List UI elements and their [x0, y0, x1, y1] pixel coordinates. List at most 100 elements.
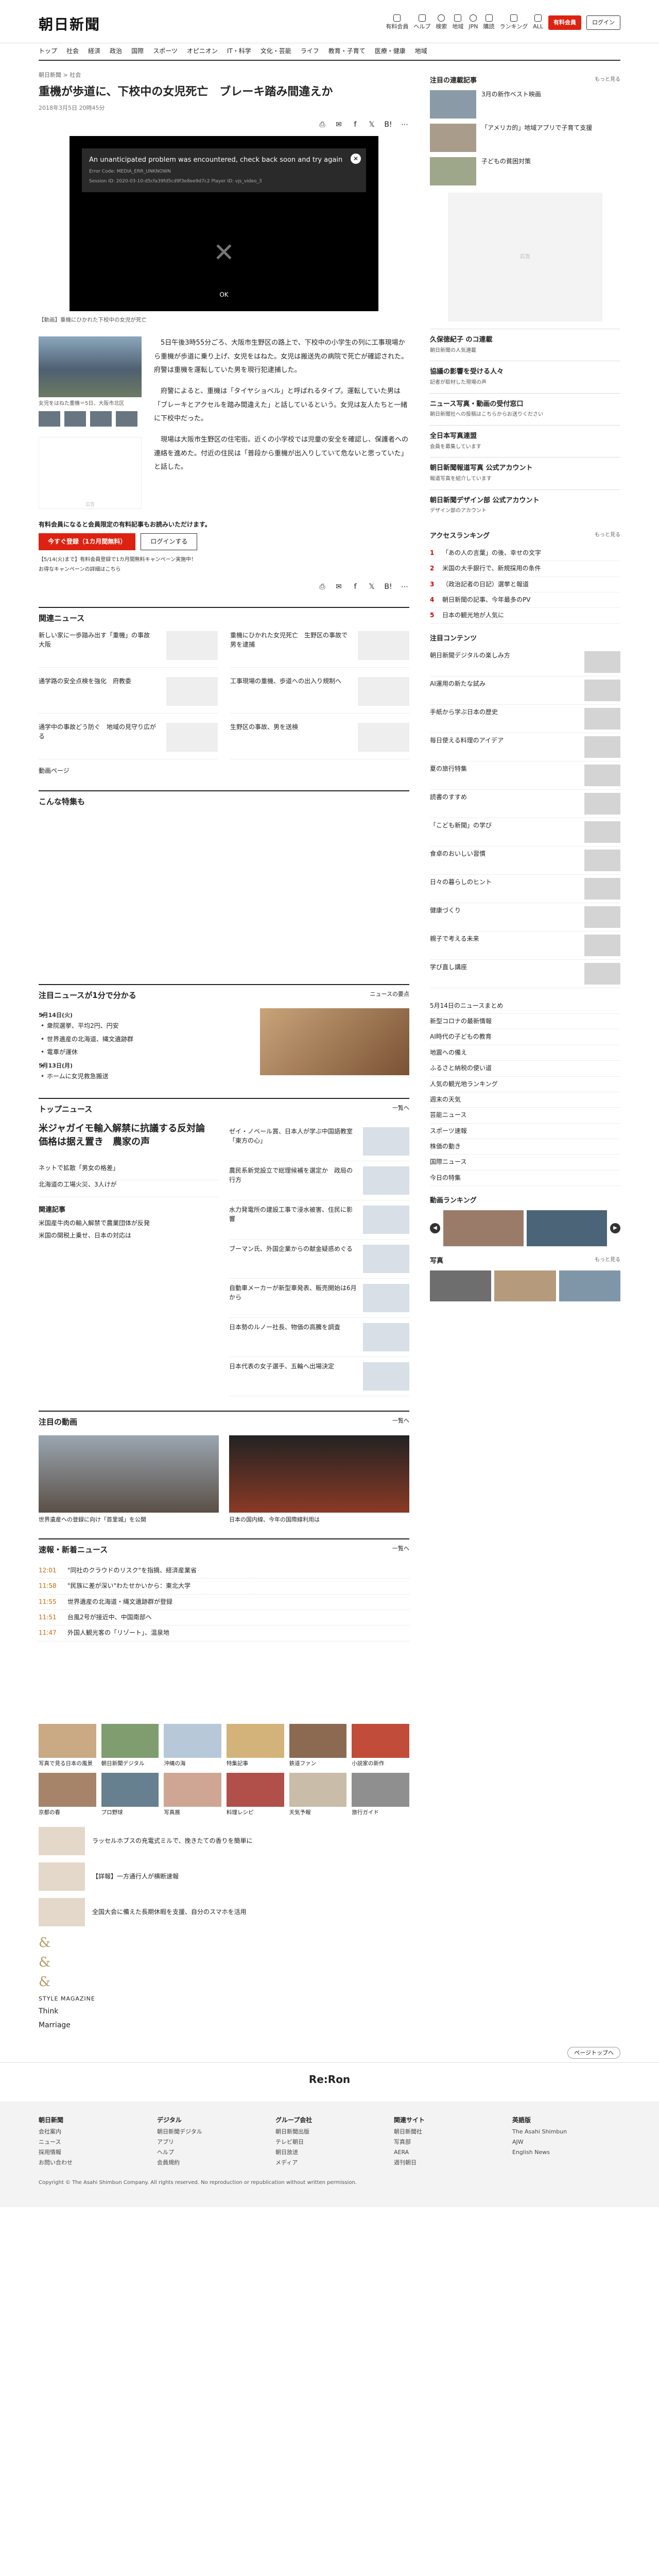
tile[interactable]: 特集記事	[226, 1723, 284, 1768]
topnews-item[interactable]: 水力発電所の建設工事で浸水被害、住民に影響	[229, 1200, 409, 1240]
footer-link[interactable]: AJW	[512, 2138, 620, 2146]
side-box[interactable]: 全日本写真連盟 会員を募集しています	[430, 425, 620, 457]
news-link[interactable]: 芸能ニュース	[430, 1108, 620, 1124]
series-more-link[interactable]: もっと見る	[595, 76, 620, 86]
news-link[interactable]: 新型コロナの最新情報	[430, 1014, 620, 1030]
tile[interactable]: 旅行ガイド	[352, 1773, 409, 1817]
site-logo[interactable]: 朝日新聞	[39, 14, 100, 36]
photo-image[interactable]	[39, 336, 142, 398]
side-box[interactable]: ニュース写真・動画の受付窓口 朝日新聞社への投稿はこちらからお送りください	[430, 393, 620, 425]
topnews-item[interactable]: 自動車メーカーが新型車発表、販売開始は6月から	[229, 1279, 409, 1318]
topnews-item[interactable]: 農民系新党設立で総理候補を選定か 政局の行方	[229, 1161, 409, 1201]
footer-link[interactable]: 採用情報	[39, 2148, 147, 2157]
content-item[interactable]: 親子で考える未来	[430, 931, 620, 960]
promo-item[interactable]: 【詳報】一方通行人が横断速報	[39, 1862, 409, 1891]
thumbnail[interactable]	[116, 411, 137, 427]
gnav-item[interactable]: 国際	[131, 47, 153, 56]
footer-link[interactable]: 写真部	[394, 2138, 502, 2146]
content-item[interactable]: 日々の暮らしのヒント	[430, 875, 620, 903]
util-item[interactable]: ヘルプ	[413, 14, 430, 31]
news-link[interactable]: ふるさと納税の使い道	[430, 1061, 620, 1077]
facebook-icon[interactable]: f	[351, 582, 360, 592]
video-ok-button[interactable]: OK	[219, 291, 228, 299]
daily-more-link[interactable]: ニュースの要点	[370, 990, 409, 1002]
footer-link[interactable]: テレビ朝日	[275, 2138, 384, 2146]
gnav-item[interactable]: オピニオン	[187, 47, 227, 56]
bookmark-icon[interactable]: B!	[384, 582, 393, 592]
footer-link[interactable]: 週刊朝日	[394, 2159, 502, 2167]
footer-link[interactable]: 朝日新聞デジタル	[157, 2128, 265, 2136]
footer-link[interactable]: AERA	[394, 2148, 502, 2157]
content-item[interactable]: 「こども新聞」の学び	[430, 818, 620, 846]
footer-link[interactable]: 会社案内	[39, 2128, 147, 2136]
topnews-more-link[interactable]: 一覧へ	[392, 1104, 409, 1115]
tile[interactable]: 朝日新聞デジタル	[101, 1723, 159, 1768]
tile[interactable]: 小説家の新作	[352, 1723, 409, 1768]
content-item[interactable]: AI運用の新たな試み	[430, 676, 620, 705]
series-item[interactable]: 「アメリカ的」地域アプリで子育て支援	[430, 123, 620, 152]
news-link[interactable]: 株価の動き	[430, 1139, 620, 1155]
breaking-row[interactable]: 11:55 世界遺産の北海道・縄文遺跡群が登録	[39, 1595, 409, 1611]
content-item[interactable]: 学び直し講座	[430, 960, 620, 988]
login-button[interactable]: ログイン	[586, 15, 620, 30]
digest-item[interactable]: 世界遺産の北海道、縄文遺跡群	[39, 1033, 250, 1046]
util-item[interactable]: 購読	[483, 14, 495, 31]
gnav-item[interactable]: 経済	[88, 47, 110, 56]
breaking-row[interactable]: 11:51 台風2号が接近中、中国南部へ	[39, 1610, 409, 1626]
related-article[interactable]: 米国の関税上乗せ、日本の対応は	[39, 1231, 219, 1240]
breaking-row[interactable]: 12:01 "同社のクラウドのリスク"を指摘、経済産業省	[39, 1563, 409, 1579]
news-link[interactable]: 今日の特集	[430, 1171, 620, 1187]
ranking-item[interactable]: 5 日本の観光地が人気に	[430, 608, 620, 624]
breadcrumb[interactable]: 朝日新聞 > 社会	[39, 71, 409, 79]
photo-thumb[interactable]	[559, 1270, 620, 1301]
gnav-item[interactable]: 文化・芸能	[261, 47, 301, 56]
content-item[interactable]: 夏の旅行特集	[430, 761, 620, 790]
photo-more-link[interactable]: もっと見る	[595, 1257, 620, 1266]
tile[interactable]: 京都の春	[39, 1773, 96, 1817]
video-card[interactable]: 世界遺産への登録に向け「首里城」を公開	[39, 1435, 219, 1524]
close-icon[interactable]: ✕	[351, 153, 361, 164]
tile[interactable]: 料理レシピ	[226, 1773, 284, 1817]
breaking-more-link[interactable]: 一覧へ	[392, 1545, 409, 1556]
digest-item[interactable]: 衆院選挙、平均2円、円安	[39, 1020, 250, 1032]
footer-link[interactable]: お問い合わせ	[39, 2159, 147, 2167]
carousel-slide[interactable]	[443, 1210, 524, 1247]
footer-link[interactable]: 会員規約	[157, 2159, 265, 2167]
related-item[interactable]: 通学路の安全点検を強化 府教委	[39, 677, 218, 714]
side-box[interactable]: 朝日新聞デザイン部 公式アカウント デザイン部のアカウント	[430, 489, 620, 521]
facebook-icon[interactable]: f	[351, 120, 360, 130]
news-link[interactable]: 人気の観光地ランキング	[430, 1077, 620, 1092]
footer-link[interactable]: 朝日新聞社	[394, 2128, 502, 2136]
side-box[interactable]: 朝日新聞報道写真 公式アカウント 報道写真を紹介しています	[430, 457, 620, 489]
related-item[interactable]: 通学中の事故どう防ぐ 地域の見守り広がる	[39, 723, 218, 760]
mail-icon[interactable]: ✉	[334, 120, 343, 130]
carousel-slide[interactable]	[527, 1210, 607, 1247]
content-item[interactable]: 読書のすすめ	[430, 790, 620, 818]
gnav-item[interactable]: 教育・子育て	[328, 47, 375, 56]
gnav-item[interactable]: 地域	[415, 47, 437, 56]
gnav-item[interactable]: 医療・健康	[375, 47, 415, 56]
video-page-link[interactable]: 動画ページ	[39, 767, 409, 775]
util-item[interactable]: ランキング	[500, 14, 528, 31]
news-link[interactable]: AI時代の子どもの教育	[430, 1029, 620, 1045]
gnav-item[interactable]: 社会	[66, 47, 88, 56]
back-to-top[interactable]: ページトップへ	[39, 2046, 620, 2059]
breaking-row[interactable]: 11:47 外国人観光客の「リゾート」、温泉地	[39, 1625, 409, 1641]
promo-item[interactable]: ラッセルホブスの充電式ミルで、挽きたての香りを簡単に	[39, 1827, 409, 1856]
more-icon[interactable]: ⋯	[400, 120, 409, 130]
photo-thumb[interactable]	[430, 1270, 492, 1301]
side-box[interactable]: 久保徳紀子 のコ連載 朝日新聞の人気連載	[430, 328, 620, 361]
ranking-item[interactable]: 4 朝日新聞の記事、今年最多のPV	[430, 592, 620, 608]
digest-item[interactable]: ホームに女児救急搬送	[39, 1070, 250, 1083]
related-item[interactable]: 生野区の事故、男を送検	[230, 723, 409, 760]
news-link[interactable]: 週末の天気	[430, 1092, 620, 1108]
video-card[interactable]: 日本の国内線、今年の国際線利用は	[229, 1435, 409, 1524]
side-box[interactable]: 協議の影響を受ける人々 記者が取材した現場の声	[430, 361, 620, 393]
gnav-item[interactable]: トップ	[39, 47, 66, 56]
next-arrow-icon[interactable]: ▶	[610, 1223, 620, 1234]
related-item[interactable]: 新しい家に一歩踏み出す「重機」の事故 大阪	[39, 631, 218, 668]
util-item[interactable]: 地域	[452, 14, 463, 31]
promo-item[interactable]: 全国大会に備えた長期休暇を支援、自分のスマホを活用	[39, 1898, 409, 1927]
gnav-item[interactable]: 政治	[110, 47, 131, 56]
topnews-item[interactable]: ゼイ・ノベール賞、日本人が学ぶ中国語教室「東方の心」	[229, 1122, 409, 1162]
